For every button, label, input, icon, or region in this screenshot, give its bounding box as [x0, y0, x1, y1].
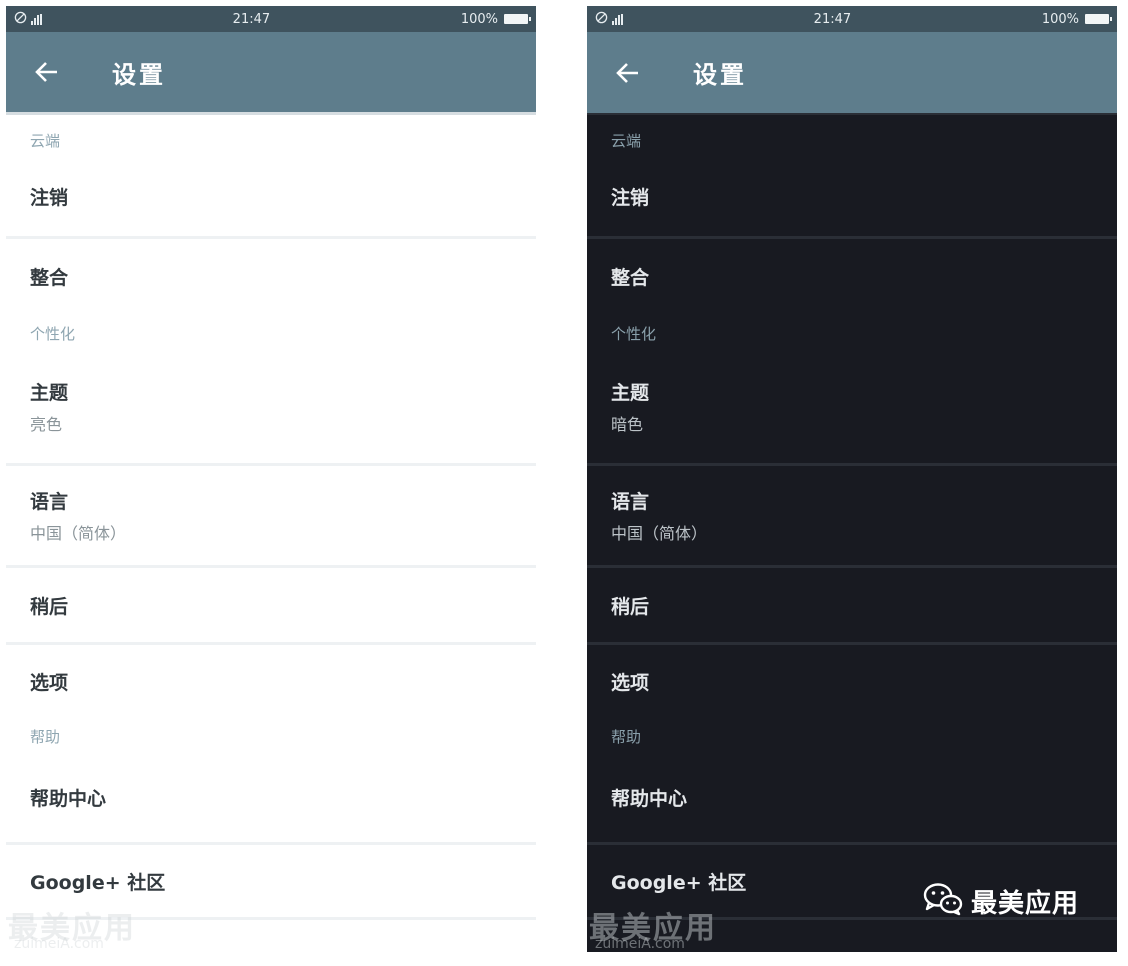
watermark-url: zuimeiA.com [595, 936, 685, 952]
section-header-help: 帮助 [611, 728, 642, 746]
watermark-url: zuimeiA.com [14, 936, 104, 952]
section-header-cloud: 云端 [611, 132, 642, 150]
item-title: 帮助中心 [30, 788, 107, 810]
item-title: 注销 [611, 187, 650, 209]
status-time: 21:47 [232, 11, 271, 27]
light-theme-screen: 21:47 100% 设置 云端 注销 整合 个性化 主题 亮色 语言 中国（简… [6, 6, 536, 952]
item-subtitle: 亮色 [30, 415, 63, 434]
settings-item-theme[interactable]: 主题 亮色 [6, 350, 536, 463]
settings-item-help-center[interactable]: 帮助中心 [587, 753, 1117, 842]
status-bar: 21:47 100% [587, 6, 1117, 32]
settings-item-logout[interactable]: 注销 [587, 157, 1117, 236]
battery-percent: 100% [460, 11, 498, 27]
battery-icon [1084, 14, 1112, 24]
item-subtitle: 中国（简体） [30, 524, 127, 543]
item-title: 语言 [30, 491, 69, 513]
arrow-left-icon[interactable] [34, 59, 60, 85]
settings-item-integration[interactable]: 整合 [6, 239, 536, 313]
app-bar: 设置 [587, 32, 1117, 115]
wechat-account-name: 最美应用 [970, 888, 1079, 919]
arrow-left-icon[interactable] [615, 60, 641, 86]
item-title: 主题 [611, 382, 650, 404]
item-title: 整合 [611, 266, 650, 289]
item-title: 整合 [30, 266, 69, 289]
section-header-personalization: 个性化 [30, 325, 76, 343]
page-title: 设置 [112, 60, 166, 89]
item-title: 帮助中心 [611, 788, 688, 810]
signal-icon [31, 13, 42, 25]
settings-item-theme[interactable]: 主题 暗色 [587, 350, 1117, 463]
status-time: 21:47 [813, 11, 852, 27]
settings-item-later[interactable]: 稍后 [6, 568, 536, 642]
settings-item-language[interactable]: 语言 中国（简体） [6, 466, 536, 565]
settings-item-help-center[interactable]: 帮助中心 [6, 753, 536, 842]
item-title: 注销 [30, 187, 69, 209]
dark-theme-screen: 21:47 100% 设置 云端 注销 整合 个性化 主题 暗色 语言 中国（简… [587, 6, 1117, 952]
section-header-cloud: 云端 [30, 132, 61, 150]
signal-icon [612, 13, 623, 25]
battery-percent: 100% [1041, 11, 1079, 27]
no-sim-icon [595, 11, 608, 28]
section-header-personalization: 个性化 [611, 325, 657, 343]
item-subtitle: 中国（简体） [611, 524, 708, 543]
item-title: 语言 [611, 491, 650, 513]
settings-item-logout[interactable]: 注销 [6, 157, 536, 236]
wechat-badge: 最美应用 [923, 882, 1079, 920]
item-title: 选项 [30, 671, 69, 694]
status-bar: 21:47 100% [6, 6, 536, 32]
item-subtitle: 暗色 [611, 415, 644, 434]
settings-item-later[interactable]: 稍后 [587, 568, 1117, 642]
page-title: 设置 [693, 61, 747, 89]
item-title: 选项 [611, 671, 650, 694]
app-bar: 设置 [6, 32, 536, 115]
item-title: 主题 [30, 382, 69, 404]
settings-item-options[interactable]: 选项 [587, 645, 1117, 717]
section-header-help: 帮助 [30, 728, 61, 746]
battery-icon [503, 14, 531, 24]
item-title: 稍后 [30, 595, 69, 618]
item-title: 稍后 [611, 595, 650, 618]
wechat-icon [923, 882, 963, 920]
no-sim-icon [14, 11, 27, 28]
settings-item-language[interactable]: 语言 中国（简体） [587, 466, 1117, 565]
settings-item-options[interactable]: 选项 [6, 645, 536, 717]
settings-item-integration[interactable]: 整合 [587, 239, 1117, 313]
item-title: Google+ 社区 [30, 871, 166, 894]
